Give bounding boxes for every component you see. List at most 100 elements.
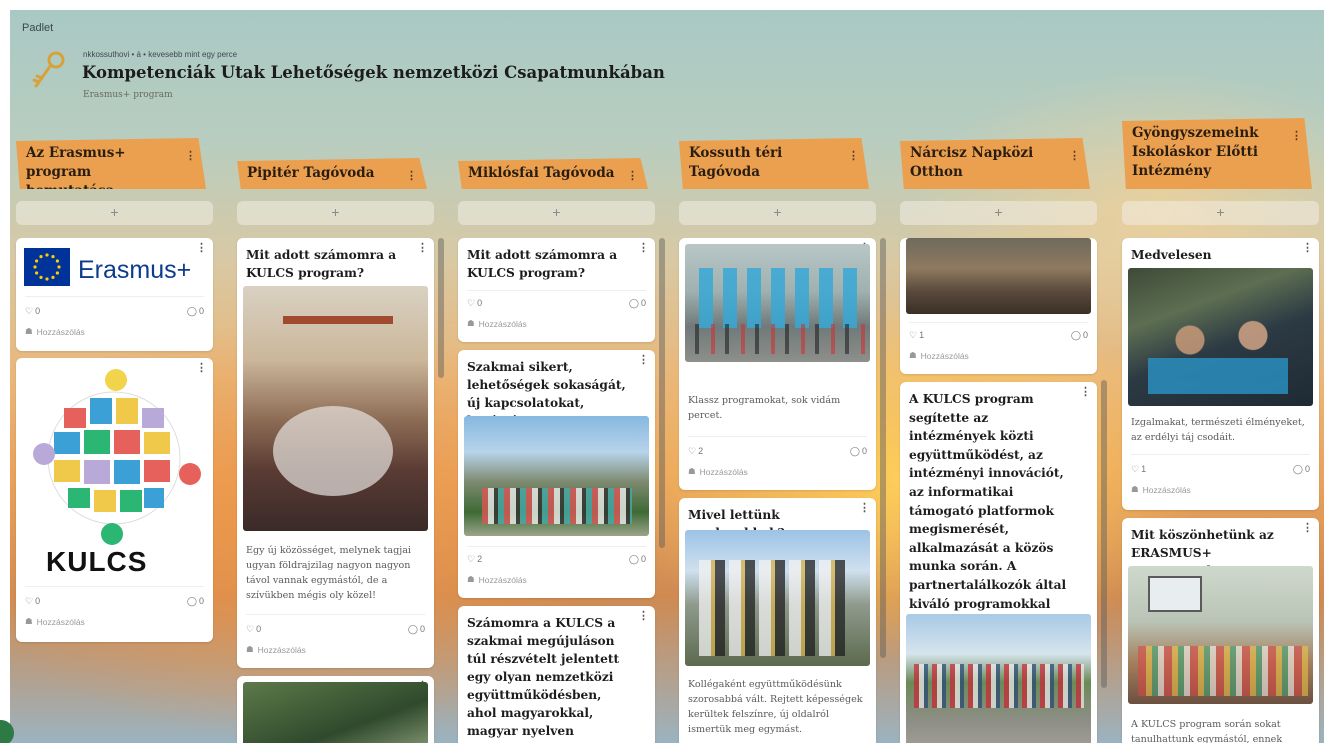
kebab-icon[interactable]: ⋮	[638, 355, 649, 366]
add-post-button[interactable]: +	[1122, 201, 1319, 225]
add-comment[interactable]: ☗ Hozzászólás	[688, 466, 867, 477]
like-button[interactable]: ♡ 0	[25, 306, 40, 317]
kebab-icon[interactable]: ⋮	[638, 243, 649, 254]
divider	[25, 586, 204, 587]
add-post-button[interactable]: +	[16, 201, 213, 225]
divider	[909, 322, 1088, 323]
post-photo[interactable]	[906, 238, 1091, 314]
add-post-button[interactable]: +	[237, 201, 434, 225]
comment-count[interactable]: ◯ 0	[408, 624, 425, 635]
post-photo[interactable]	[464, 416, 649, 536]
column-header[interactable]: Pipitér Tagóvoda ⋮	[237, 158, 427, 189]
column-scrollbar[interactable]	[880, 238, 886, 658]
comment-count[interactable]: ◯ 0	[187, 306, 204, 317]
post-card[interactable]: ⋮ Mit adott számomra a KULCS program? Eg…	[237, 238, 434, 668]
column-header[interactable]: Kossuth téri Tagóvoda ⋮	[679, 138, 869, 189]
add-comment[interactable]: ☗ Hozzászólás	[25, 326, 204, 337]
like-button[interactable]: ♡ 0	[246, 624, 261, 635]
card-footer: ♡ 2 ◯ 0 ☗ Hozzászólás	[688, 444, 867, 477]
post-title: Számomra a KULCS a szakmai megújuláson t…	[467, 616, 620, 743]
avatar-icon: ☗	[1131, 484, 1139, 494]
post-photo[interactable]	[1128, 566, 1313, 704]
post-card[interactable]: ⋮ Mit köszönhetünk az ERASMUS+ programna…	[1122, 518, 1319, 743]
like-button[interactable]: ♡ 1	[909, 330, 924, 341]
avatar-icon: ☗	[246, 644, 254, 654]
post-photo[interactable]	[243, 682, 428, 743]
add-post-button[interactable]: +	[900, 201, 1097, 225]
column-header[interactable]: Nárcisz Napközi Otthon ⋮	[900, 138, 1090, 189]
post-card[interactable]: ⋮ Medvelesen Izgalmakat, természeti élmé…	[1122, 238, 1319, 510]
column-header[interactable]: Gyöngyszemeink Iskoláskor Előtti Intézmé…	[1122, 118, 1312, 189]
like-button[interactable]: ♡ 2	[688, 446, 703, 457]
add-comment[interactable]: ☗ Hozzászólás	[467, 318, 646, 329]
post-photo[interactable]	[685, 244, 870, 362]
comment-icon: ◯	[628, 297, 639, 308]
column-header[interactable]: Az Erasmus+ program bemutatása ⋮	[16, 138, 206, 189]
post-card[interactable]: ⋮ ♡1 ◯0 ☗Hozzászólás	[900, 238, 1097, 374]
post-card[interactable]: ⋮ A KULCS program segítette az intézmény…	[900, 382, 1097, 743]
comment-count[interactable]: ◯ 0	[629, 298, 646, 309]
comment-count[interactable]: ◯ 0	[1071, 330, 1088, 341]
key-icon	[32, 51, 65, 88]
kebab-icon[interactable]: ⋮	[1080, 387, 1091, 398]
comment-count[interactable]: ◯ 0	[187, 596, 204, 607]
heart-icon: ♡	[25, 305, 34, 316]
divider	[1131, 454, 1310, 455]
avatar-icon: ☗	[25, 616, 33, 626]
add-comment[interactable]: ☗ Hozzászólás	[25, 616, 204, 627]
post-card[interactable]: ⋮ Klassz programokat, sok vidám percet. …	[679, 238, 876, 490]
like-button[interactable]: ♡ 2	[467, 554, 482, 565]
kebab-icon[interactable]: ⋮	[848, 146, 859, 165]
post-card[interactable]: ⋮ Számomra a KULCS a szakmai megújuláson…	[458, 606, 655, 743]
column-scrollbar[interactable]	[659, 238, 665, 548]
heart-icon: ♡	[1131, 463, 1140, 474]
post-card[interactable]: ⋮ Szakmai sikert, lehetőségek sokaságát,…	[458, 350, 655, 598]
post-photo[interactable]	[243, 286, 428, 531]
kebab-icon[interactable]: ⋮	[859, 503, 870, 514]
post-card[interactable]: ⋮ Erasmus+ ♡ 0 ◯ 0 ☗ Hozzászólás	[16, 238, 213, 351]
kebab-icon[interactable]: ⋮	[627, 166, 638, 185]
post-card[interactable]: ⋮	[237, 676, 434, 743]
avatar-icon: ☗	[688, 466, 696, 476]
post-card[interactable]: ⋮ Mivel lettünk gazdagabbak? Kollégaként…	[679, 498, 876, 743]
comment-count[interactable]: ◯ 0	[629, 554, 646, 565]
kebab-icon[interactable]: ⋮	[1302, 523, 1313, 534]
avatar-icon: ☗	[25, 326, 33, 336]
kebab-icon[interactable]: ⋮	[638, 611, 649, 622]
like-button[interactable]: ♡ 0	[467, 298, 482, 309]
column-header[interactable]: Miklósfai Tagóvoda ⋮	[458, 158, 648, 189]
add-comment[interactable]: ☗ Hozzászólás	[467, 574, 646, 585]
add-post-button[interactable]: +	[679, 201, 876, 225]
kebab-icon[interactable]: ⋮	[1069, 146, 1080, 165]
heart-icon: ♡	[688, 445, 697, 456]
kebab-icon[interactable]: ⋮	[185, 146, 196, 165]
kebab-icon[interactable]: ⋮	[1302, 243, 1313, 254]
padlet-logo[interactable]: Padlet	[22, 22, 53, 34]
add-post-button[interactable]: +	[458, 201, 655, 225]
like-button[interactable]: ♡ 0	[25, 596, 40, 607]
comment-count[interactable]: ◯ 0	[1293, 464, 1310, 475]
post-photo[interactable]	[1128, 268, 1313, 406]
post-photo[interactable]	[906, 614, 1091, 743]
column-title: Miklósfai Tagóvoda	[468, 165, 615, 181]
kebab-icon[interactable]: ⋮	[1291, 126, 1302, 145]
post-card[interactable]: ⋮ KULCS ♡ 0 ◯ 0 ☗ Hozzászólás	[16, 358, 213, 642]
divider	[467, 290, 646, 291]
post-card[interactable]: ⋮ Mit adott számomra a KULCS program? ♡ 0…	[458, 238, 655, 342]
like-button[interactable]: ♡ 1	[1131, 464, 1146, 475]
add-comment[interactable]: ☗ Hozzászólás	[1131, 484, 1310, 495]
comment-icon: ◯	[186, 305, 197, 316]
comment-count[interactable]: ◯ 0	[850, 446, 867, 457]
comment-icon: ◯	[849, 445, 860, 456]
add-comment[interactable]: ☗ Hozzászólás	[909, 350, 1088, 361]
column-scrollbar[interactable]	[1101, 380, 1107, 688]
column-scrollbar[interactable]	[438, 238, 444, 378]
add-comment[interactable]: ☗ Hozzászólás	[246, 644, 425, 655]
post-title: Mit adott számomra a KULCS program?	[467, 248, 618, 280]
kebab-icon[interactable]: ⋮	[406, 166, 417, 185]
kebab-icon[interactable]: ⋮	[417, 243, 428, 254]
card-footer: ♡ 0 ◯ 0 ☗ Hozzászólás	[25, 304, 204, 337]
post-photo[interactable]	[685, 530, 870, 666]
kulcs-logo-text: KULCS	[46, 546, 148, 577]
card-footer: ♡ 0 ◯ 0 ☗ Hozzászólás	[246, 622, 425, 655]
